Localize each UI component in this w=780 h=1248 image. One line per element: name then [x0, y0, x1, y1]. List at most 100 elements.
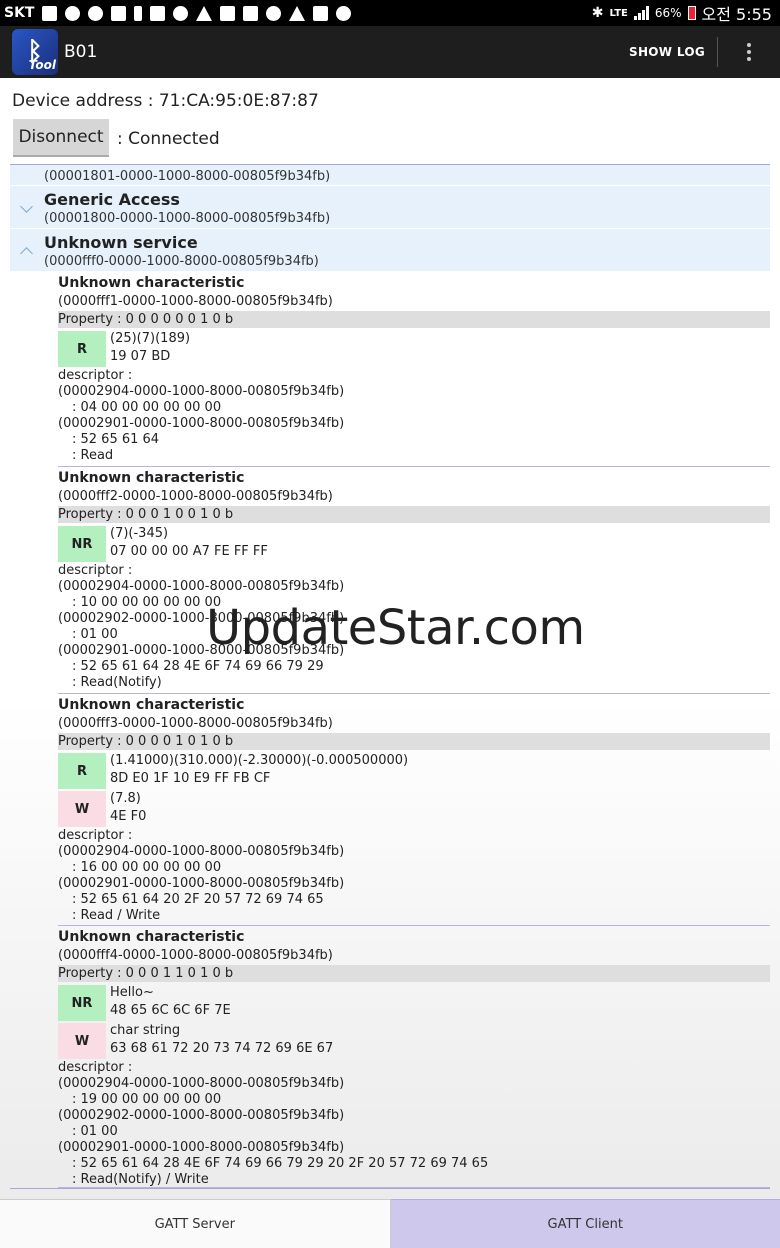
read-button[interactable]: R [58, 331, 106, 367]
characteristic-item[interactable]: Unknown characteristic (0000fff2-0000-10… [58, 467, 770, 694]
value-hex: 4E F0 [110, 809, 147, 824]
shield-icon [111, 5, 127, 21]
characteristic-item[interactable]: Unknown characteristic (0000fff4-0000-10… [58, 926, 770, 1188]
mail-icon [220, 5, 236, 21]
value-hex: 8D E0 1F 10 E9 FF FB CF [110, 771, 271, 786]
descriptor-value: : Read / Write [72, 908, 161, 923]
service-list[interactable]: (00001801-0000-1000-8000-00805f9b34fb) G… [10, 165, 770, 1193]
sync-icon [173, 5, 189, 21]
service-item[interactable]: Generic Access (00001800-0000-1000-8000-… [10, 186, 770, 229]
characteristic-name: Unknown characteristic [58, 470, 245, 486]
property-bar: Property : 0 0 0 1 1 0 1 0 b [58, 965, 770, 982]
descriptor-value: : 52 65 61 64 [72, 432, 160, 447]
service-item[interactable]: Unknown service (0000fff0-0000-1000-8000… [10, 229, 770, 272]
descriptor-value: : 01 00 [72, 627, 118, 642]
service-name: Generic Access [44, 190, 180, 209]
value-hex: 07 00 00 00 A7 FE FF FF [110, 544, 268, 559]
descriptor-value: : 52 65 61 64 20 2F 20 57 72 69 74 65 [72, 892, 324, 907]
service-name: Unknown service [44, 233, 198, 252]
characteristic-item[interactable]: Unknown characteristic (0000fff1-0000-10… [58, 272, 770, 467]
read-button[interactable]: R [58, 753, 106, 789]
chevron-up-icon[interactable] [20, 247, 33, 260]
service-item[interactable]: (00001801-0000-1000-8000-00805f9b34fb) [10, 165, 770, 186]
show-log-button[interactable]: SHOW LOG [617, 45, 717, 59]
property-bar: Property : 0 0 0 0 0 0 1 0 b [58, 311, 770, 328]
value-decoded: (7)(-345) [110, 526, 169, 541]
status-bar: SKT ✱ LTE 66% 오전 5:55 [0, 0, 780, 26]
descriptor-uuid: (00002904-0000-1000-8000-00805f9b34fb) [58, 579, 345, 594]
image-icon [150, 5, 166, 21]
carrier-label: SKT [4, 5, 35, 21]
value-hex: 48 65 6C 6C 6F 7E [110, 1003, 231, 1018]
clock: 오전 5:55 [701, 5, 772, 24]
watermark: UpdateStar.com [206, 600, 585, 656]
app-title: B01 [64, 42, 98, 62]
device-address: Device address : 71:CA:95:0E:87:87 [12, 91, 319, 111]
descriptor-label: descriptor : [58, 828, 133, 843]
app-icon [336, 5, 352, 21]
service-uuid: (00001801-0000-1000-8000-00805f9b34fb) [44, 169, 331, 184]
connection-status: : Connected [117, 129, 220, 149]
descriptor-uuid: (00002901-0000-1000-8000-00805f9b34fb) [58, 416, 345, 431]
bluetooth-tool-icon[interactable]: ᛒ Tool [12, 29, 58, 75]
descriptor-value: : 16 00 00 00 00 00 00 [72, 860, 222, 875]
property-bar: Property : 0 0 0 1 0 0 1 0 b [58, 506, 770, 523]
descriptor-value: : Read [72, 448, 114, 463]
chevron-down-icon[interactable] [20, 200, 33, 213]
write-button[interactable]: W [58, 791, 106, 827]
value-hex: 63 68 61 72 20 73 74 72 69 6E 67 [110, 1041, 334, 1056]
descriptor-uuid: (00002902-0000-1000-8000-00805f9b34fb) [58, 1108, 345, 1123]
signal-circle-icon [88, 5, 104, 21]
overflow-menu-icon[interactable] [718, 43, 780, 61]
characteristic-uuid: (0000fff4-0000-1000-8000-00805f9b34fb) [58, 948, 333, 963]
warning-icon [289, 5, 306, 21]
descriptor-label: descriptor : [58, 368, 133, 383]
battery-icon [687, 6, 696, 20]
network-type: LTE [609, 7, 628, 19]
descriptor-value: : 52 65 61 64 28 4E 6F 74 69 66 79 29 20… [72, 1156, 489, 1171]
descriptor-value: : 19 00 00 00 00 00 00 [72, 1092, 222, 1107]
bottom-tabs: GATT Server GATT Client [0, 1199, 780, 1248]
mail-icon [313, 5, 329, 21]
tab-gatt-server[interactable]: GATT Server [0, 1199, 391, 1248]
characteristic-name: Unknown characteristic [58, 929, 245, 945]
action-bar: ᛒ Tool B01 SHOW LOG [0, 26, 780, 78]
divider [10, 1188, 770, 1189]
value-decoded: (7.8) [110, 791, 141, 806]
tab-gatt-client[interactable]: GATT Client [390, 1199, 780, 1248]
descriptor-label: descriptor : [58, 1060, 133, 1075]
descriptor-uuid: (00002904-0000-1000-8000-00805f9b34fb) [58, 1076, 345, 1091]
value-hex: 19 07 BD [110, 349, 171, 364]
value-decoded: (1.41000)(310.000)(-2.30000)(-0.00050000… [110, 753, 409, 768]
descriptor-value: : 04 00 00 00 00 00 00 [72, 400, 222, 415]
characteristic-name: Unknown characteristic [58, 275, 245, 291]
value-decoded: Hello~ [110, 985, 154, 1000]
game-icon [65, 5, 81, 21]
descriptor-value: : Read(Notify) [72, 675, 162, 690]
descriptor-uuid: (00002904-0000-1000-8000-00805f9b34fb) [58, 384, 345, 399]
descriptor-uuid: (00002901-0000-1000-8000-00805f9b34fb) [58, 876, 345, 891]
descriptor-value: : 10 00 00 00 00 00 00 [72, 595, 222, 610]
property-bar: Property : 0 0 0 0 1 0 1 0 b [58, 733, 770, 750]
gallery-icon [243, 5, 259, 21]
write-button[interactable]: W [58, 1023, 106, 1059]
disconnect-button[interactable]: Disonnect [13, 119, 109, 157]
warning-icon [196, 5, 213, 21]
key-icon [134, 5, 143, 21]
descriptor-uuid: (00002901-0000-1000-8000-00805f9b34fb) [58, 1140, 345, 1155]
signal-icon [633, 6, 649, 20]
characteristic-uuid: (0000fff2-0000-1000-8000-00805f9b34fb) [58, 489, 333, 504]
notify-read-button[interactable]: NR [58, 526, 106, 562]
value-decoded: char string [110, 1023, 181, 1038]
value-decoded: (25)(7)(189) [110, 331, 191, 346]
service-uuid: (00001800-0000-1000-8000-00805f9b34fb) [44, 211, 331, 226]
notify-read-button[interactable]: NR [58, 985, 106, 1021]
descriptor-value: : 52 65 61 64 28 4E 6F 74 69 66 79 29 [72, 659, 324, 674]
characteristic-name: Unknown characteristic [58, 697, 245, 713]
battery-percent: 66% [654, 6, 682, 20]
descriptor-value: : Read(Notify) / Write [72, 1172, 209, 1187]
descriptor-label: descriptor : [58, 563, 133, 578]
s-icon [42, 5, 58, 21]
characteristic-item[interactable]: Unknown characteristic (0000fff3-0000-10… [58, 694, 770, 926]
news-icon [266, 5, 282, 21]
